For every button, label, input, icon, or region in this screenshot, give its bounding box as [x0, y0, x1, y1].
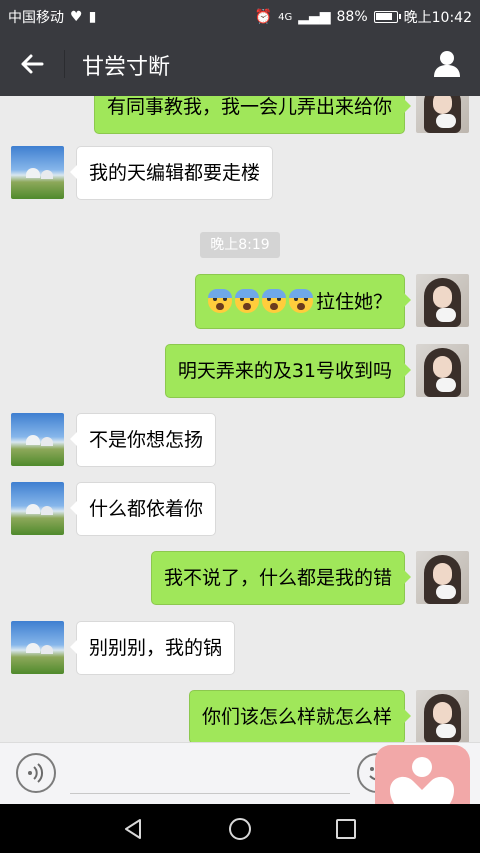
- heart-status-icon: ♥: [70, 9, 83, 25]
- triangle-back-icon[interactable]: [122, 818, 144, 840]
- message-bubble-out[interactable]: 我不说了，什么都是我的错: [150, 551, 412, 605]
- scream-emoji-icon: [207, 289, 232, 313]
- avatar-self[interactable]: [416, 344, 469, 397]
- avatar-contact[interactable]: [11, 413, 64, 466]
- circle-home-icon[interactable]: [229, 818, 251, 840]
- status-right: ⏰ 4G ▂▄▆ 88% 晚上10:42: [255, 7, 472, 27]
- avatar-contact[interactable]: [11, 482, 64, 535]
- sim-icon: ▮: [88, 9, 97, 25]
- chat-header: 甘尝寸断: [0, 32, 480, 96]
- message-bubble-out[interactable]: 有同事教我，我一会儿弄出来给你: [93, 96, 412, 134]
- avatar-self[interactable]: [416, 274, 469, 327]
- message-bubble-out[interactable]: 明天弄来的及31号收到吗: [164, 344, 412, 398]
- avatar-self[interactable]: [416, 690, 469, 742]
- alarm-icon: ⏰: [254, 9, 273, 25]
- message-bubble-in[interactable]: 别别别，我的锅: [69, 621, 236, 675]
- message-bubble-out[interactable]: 你们该怎么样就怎么样: [188, 690, 412, 742]
- status-time: 晚上10:42: [403, 10, 472, 26]
- voice-icon: [28, 763, 44, 783]
- status-left: 中国移动 ♥ ▮: [8, 7, 96, 27]
- battery-icon: [373, 11, 401, 23]
- battery-percent: 88%: [336, 9, 368, 25]
- scream-emoji-icon: [234, 289, 259, 313]
- message-bubble-in[interactable]: 不是你想怎扬: [69, 413, 217, 467]
- person-icon[interactable]: [432, 48, 462, 78]
- scream-emoji-icon: [261, 289, 286, 313]
- header-divider: [64, 50, 65, 78]
- message-bubble-out[interactable]: 拉住她？: [194, 274, 412, 329]
- message-text: 拉住她？: [315, 291, 392, 313]
- scream-emoji-icon: [288, 289, 313, 313]
- message-bubble-in[interactable]: 我的天编辑都要走楼: [69, 146, 274, 200]
- message-list[interactable]: 有同事教我，我一会儿弄出来给你 我的天编辑都要走楼 晚上8:19 拉住她？ 明天…: [0, 96, 480, 742]
- carrier-label: 中国移动: [8, 10, 64, 26]
- system-nav-bar: [0, 804, 480, 853]
- voice-button[interactable]: [16, 753, 56, 793]
- timestamp-divider: 晚上8:19: [200, 232, 280, 258]
- avatar-contact[interactable]: [11, 621, 64, 674]
- signal-icon: ▂▄▆: [298, 9, 331, 25]
- avatar-self[interactable]: [416, 551, 469, 604]
- network-type: 4G: [278, 11, 293, 23]
- chat-title: 甘尝寸断: [82, 55, 171, 80]
- arrow-left-icon[interactable]: [18, 50, 46, 78]
- message-bubble-in[interactable]: 什么都依着你: [69, 482, 217, 536]
- status-bar: 中国移动 ♥ ▮ ⏰ 4G ▂▄▆ 88% 晚上10:42: [0, 0, 480, 32]
- avatar-contact[interactable]: [11, 146, 64, 199]
- avatar-self[interactable]: [416, 96, 469, 133]
- battery-fill: [375, 13, 392, 20]
- message-input[interactable]: [70, 793, 350, 794]
- square-recent-icon[interactable]: [336, 819, 356, 839]
